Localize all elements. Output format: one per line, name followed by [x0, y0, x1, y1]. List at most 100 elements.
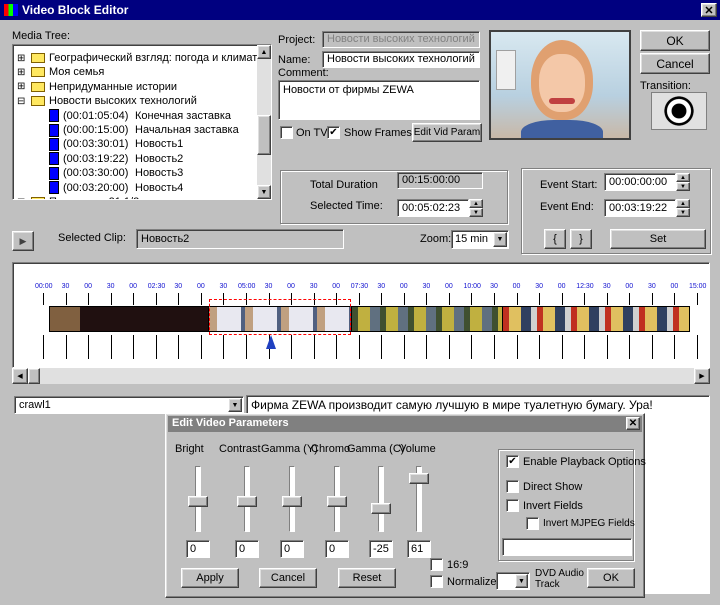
scroll-h-thumb[interactable]: [28, 368, 40, 384]
scroll-left-arrow[interactable]: ◀: [12, 368, 28, 384]
on-tv-checkbox[interactable]: [280, 126, 293, 139]
slider-thumb[interactable]: [237, 496, 257, 507]
ok-button[interactable]: OK: [640, 30, 710, 51]
apply-button[interactable]: Apply: [181, 568, 239, 588]
slider-thumb[interactable]: [188, 496, 208, 507]
preview-image: [489, 30, 631, 140]
event-end-field[interactable]: 00:03:19:22: [604, 199, 676, 217]
mark-in-button[interactable]: {: [544, 229, 566, 249]
comment-field[interactable]: Новости от фирмы ZEWA: [278, 80, 480, 120]
playhead-marker[interactable]: [266, 335, 276, 349]
play-button[interactable]: ▶: [12, 231, 34, 251]
playback-field[interactable]: [502, 538, 632, 556]
ruler-tick: [110, 293, 112, 305]
invert-fields-checkbox[interactable]: [506, 499, 519, 512]
clip-block-4[interactable]: [503, 307, 689, 331]
ruler-tick: [358, 293, 360, 305]
slider-thumb[interactable]: [371, 503, 391, 515]
dialog-cancel-button[interactable]: Cancel: [259, 568, 317, 588]
scroll-down-arrow[interactable]: ▼: [257, 185, 271, 199]
comment-label: Comment:: [278, 67, 329, 79]
enable-playback-checkbox[interactable]: ✔: [506, 455, 519, 468]
tree-clip-item[interactable]: (00:00:15:00) Начальная заставка: [49, 123, 239, 137]
tree-folder-item[interactable]: ⊞ Последние 21.1/2: [17, 195, 139, 200]
ruler-label: 00: [557, 283, 566, 290]
crawl-dropdown-icon[interactable]: ▼: [228, 398, 242, 412]
dvd-audio-dropdown-icon[interactable]: ▼: [515, 574, 528, 588]
edit-vid-param-button[interactable]: Edit Vid Param: [412, 123, 482, 142]
scroll-right-arrow[interactable]: ▶: [694, 368, 710, 384]
tree-clip-item[interactable]: (00:03:19:22) Новость2: [49, 152, 183, 166]
tree-clip-item[interactable]: (00:03:20:00) Новость4: [49, 181, 183, 195]
selected-time-spinner[interactable]: ▲ ▼: [469, 199, 483, 217]
direct-show-checkbox[interactable]: [506, 480, 519, 493]
tree-item-label: Последние 21.1/2: [49, 196, 139, 199]
clip-strip[interactable]: [49, 306, 690, 332]
ruler-label: 00: [84, 283, 92, 290]
transition-preview[interactable]: [651, 92, 707, 130]
ruler-tick: [178, 293, 180, 305]
scroll-up-arrow[interactable]: ▲: [257, 45, 271, 59]
crawl-select[interactable]: crawl1 ▼: [14, 396, 244, 414]
slider-thumb[interactable]: [409, 473, 429, 485]
crawl-text-content: Фирма ZEWA производит самую лучшую в мир…: [251, 398, 653, 412]
close-button[interactable]: ✕: [701, 3, 717, 17]
ruler-label: 30: [535, 283, 543, 290]
chevron-down-icon[interactable]: ▼: [493, 232, 507, 247]
event-start-spinner[interactable]: ▲ ▼: [676, 173, 690, 191]
clip-block-1[interactable]: [50, 307, 208, 331]
ruler-label: 12:30: [576, 283, 594, 290]
ruler-tick: [426, 335, 428, 359]
tree-clip-item[interactable]: (00:03:30:00) Новость3: [49, 166, 183, 180]
tree-item-label: Новость2: [135, 152, 184, 165]
event-start-field[interactable]: 00:00:00:00: [604, 173, 676, 191]
tree-scrollbar[interactable]: ▲ ▼: [257, 45, 271, 199]
scroll-thumb[interactable]: [257, 115, 271, 155]
show-frames-checkbox[interactable]: ✔: [327, 126, 340, 139]
set-button[interactable]: Set: [610, 229, 706, 249]
selected-time-field[interactable]: 00:05:02:23: [397, 199, 469, 217]
slider-value-field[interactable]: 0: [325, 540, 349, 558]
cancel-button[interactable]: Cancel: [640, 53, 710, 74]
slider-thumb[interactable]: [282, 496, 302, 507]
event-end-spinner[interactable]: ▲ ▼: [676, 199, 690, 217]
mark-out-button[interactable]: }: [570, 229, 592, 249]
expand-toggle-icon[interactable]: ⊞: [17, 53, 29, 64]
dvd-audio-select[interactable]: ▼: [496, 572, 530, 590]
normalize-checkbox[interactable]: [430, 575, 443, 588]
expand-toggle-icon[interactable]: ⊞: [17, 67, 29, 78]
timeline-scrollbar[interactable]: ◀ ▶: [12, 368, 710, 384]
tree-folder-item[interactable]: ⊞ Моя семья: [17, 65, 104, 79]
clip-duration: (00:03:30:00): [63, 167, 129, 180]
invert-mjpeg-checkbox[interactable]: [526, 517, 539, 530]
slider-thumb[interactable]: [327, 496, 347, 507]
clip-block-3[interactable]: [352, 307, 502, 331]
tree-folder-item[interactable]: ⊞ Географический взгляд: погода и климат: [17, 51, 257, 65]
slider-track[interactable]: [378, 466, 384, 532]
zoom-select[interactable]: 15 min ▼: [451, 230, 509, 249]
slider-value-field[interactable]: -25: [369, 540, 393, 558]
timeline[interactable]: 00:00 30 00 30 00 02:30 30 00 30 05:00 30 00 30 00 07:…: [12, 262, 710, 368]
folder-icon: [31, 197, 45, 199]
dialog-ok-button[interactable]: OK: [587, 568, 635, 588]
slider-value-field[interactable]: 0: [186, 540, 210, 558]
ruler-label: 00: [332, 283, 341, 290]
tree-folder-item[interactable]: ⊞ Непридуманные истории: [17, 80, 177, 94]
slider-value-field[interactable]: 61: [407, 540, 431, 558]
slider-value-field[interactable]: 0: [235, 540, 259, 558]
expand-toggle-icon[interactable]: ⊟: [17, 96, 29, 107]
slider-value-field[interactable]: 0: [280, 540, 304, 558]
expand-toggle-icon[interactable]: ⊞: [17, 81, 29, 92]
clip-duration: (00:03:30:01): [63, 138, 129, 151]
expand-toggle-icon[interactable]: ⊞: [17, 197, 29, 200]
ruler-tick: [516, 293, 518, 305]
tree-folder-item[interactable]: ⊟ Новости высоких технологий: [17, 94, 197, 108]
dialog-close-button[interactable]: ✕: [626, 417, 640, 430]
reset-button[interactable]: Reset: [338, 568, 396, 588]
tree-clip-item[interactable]: (00:03:30:01) Новость1: [49, 137, 183, 151]
media-tree[interactable]: ⊞ Географический взгляд: погода и климат ⊞…: [12, 44, 272, 200]
name-field[interactable]: Новости высоких технологий: [322, 51, 480, 68]
zoom-label: Zoom:: [420, 233, 452, 245]
tree-clip-item[interactable]: (00:01:05:04) Конечная заставка: [49, 109, 231, 123]
aspect-169-checkbox[interactable]: [430, 558, 443, 571]
